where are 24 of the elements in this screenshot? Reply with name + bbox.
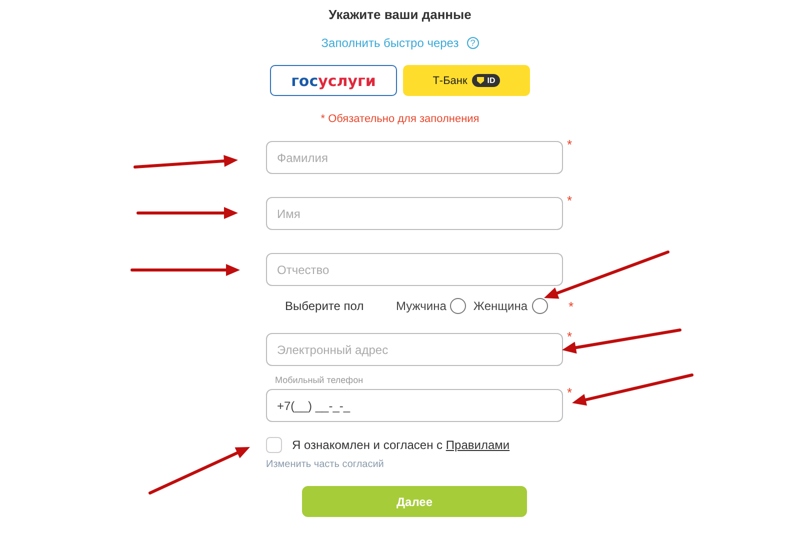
shield-icon [477, 77, 484, 84]
required-label: * [568, 298, 574, 314]
consent-text: Я ознакомлен и согласен с Правилами [292, 438, 510, 452]
input-field[interactable]: Фамилия [266, 141, 563, 174]
gosuslugi-button[interactable]: госуслуги [270, 65, 397, 96]
form-title: Укажите ваши данные [328, 7, 472, 22]
gender-option-label: Женщина [473, 299, 528, 313]
gender-option-label: Мужчина [396, 299, 446, 313]
radio-button[interactable] [450, 298, 466, 314]
phone-label: Мобильный телефон [275, 375, 364, 385]
quick-fill-label: Заполнить быстро через [321, 36, 459, 50]
consent-checkbox[interactable] [266, 437, 282, 453]
tbank-id-button[interactable]: Т-Банк ID [403, 65, 530, 96]
required-label: * [567, 137, 572, 152]
required-label: * [567, 193, 572, 208]
input-field[interactable]: Отчество [266, 253, 563, 286]
gender-label: Выберите пол [285, 299, 365, 313]
input-field[interactable]: Имя [266, 197, 563, 230]
rules-link[interactable]: Правилами [446, 438, 510, 452]
email-field[interactable]: Электронный адрес [266, 333, 563, 366]
required-label: * [567, 329, 572, 344]
required-label: * [567, 385, 572, 400]
required-note: * Обязательно для заполнения [320, 113, 480, 125]
phone-field[interactable]: +7(__) __-_-_ [266, 389, 563, 422]
